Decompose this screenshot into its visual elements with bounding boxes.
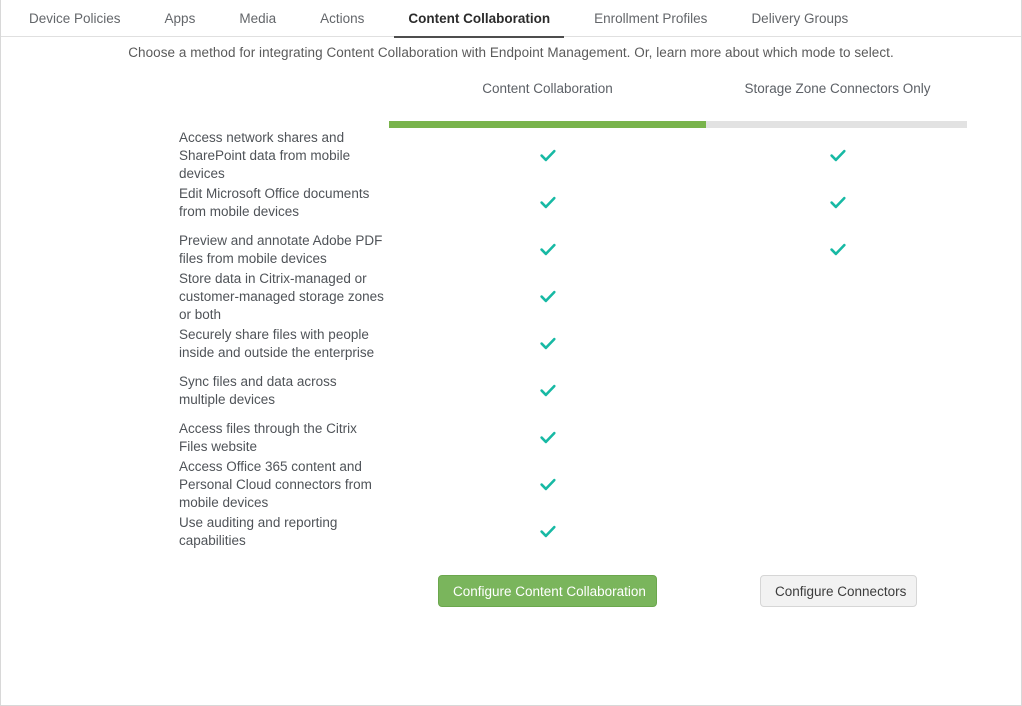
check-icon [539, 241, 557, 259]
feature-cell-content-collaboration [389, 132, 706, 179]
check-icon [539, 429, 557, 447]
content-collaboration-page: Device Policies Apps Media Actions Content C… [0, 0, 1022, 706]
feature-cell-storage-zone-connectors-only [706, 414, 969, 461]
tab-label: Delivery Groups [751, 10, 849, 26]
feature-label: Access Office 365 content and Personal C… [179, 458, 372, 510]
tab-apps[interactable]: Apps [143, 0, 218, 37]
feature-cell-storage-zone-connectors-only [706, 461, 969, 508]
check-icon [829, 194, 847, 212]
feature-cell-storage-zone-connectors-only [706, 132, 969, 179]
tab-delivery-groups[interactable]: Delivery Groups [729, 0, 870, 37]
feature-cell-content-collaboration [389, 461, 706, 508]
feature-cell-storage-zone-connectors-only [706, 508, 969, 555]
tab-label: Enrollment Profiles [594, 10, 708, 26]
mode-indicator-fill [389, 121, 706, 128]
feature-cell-storage-zone-connectors-only [706, 367, 969, 414]
feature-label: Securely share files with people inside … [179, 326, 375, 360]
feature-label: Use auditing and reporting capabilities [179, 514, 338, 548]
feature-row: Preview and annotate Adobe PDF files fro… [1, 226, 1021, 273]
mode-indicator-bar [389, 121, 967, 128]
feature-cell-storage-zone-connectors-only [706, 320, 969, 367]
check-icon [829, 147, 847, 165]
feature-label: Access network shares and SharePoint dat… [179, 129, 351, 181]
feature-row: Sync files and data across multiple devi… [1, 367, 1021, 414]
feature-label: Store data in Citrix-managed or customer… [179, 270, 384, 322]
feature-cell-storage-zone-connectors-only [706, 273, 969, 320]
configure-connectors-button[interactable]: Configure Connectors [760, 575, 917, 607]
feature-rows: Access network shares and SharePoint dat… [1, 130, 1021, 555]
feature-cell-content-collaboration [389, 226, 706, 273]
tab-media[interactable]: Media [217, 0, 298, 37]
feature-row: Access files through the Citrix Files we… [1, 414, 1021, 461]
tab-label: Apps [164, 10, 196, 26]
feature-row: Securely share files with people inside … [1, 320, 1021, 367]
feature-label: Sync files and data across multiple devi… [179, 373, 337, 407]
tab-label: Content Collaboration [408, 10, 551, 26]
check-icon [539, 382, 557, 400]
check-icon [539, 523, 557, 541]
feature-row: Store data in Citrix-managed or customer… [1, 271, 1021, 322]
tab-label: Media [239, 10, 277, 26]
feature-row: Use auditing and reporting capabilities [1, 508, 1021, 555]
check-icon [539, 335, 557, 353]
feature-row: Access Office 365 content and Personal C… [1, 459, 1021, 510]
tab-device-policies[interactable]: Device Policies [7, 0, 143, 37]
feature-row: Edit Microsoft Office documents from mob… [1, 179, 1021, 226]
mode-comparison: Content Collaboration Storage Zone Conne… [1, 81, 1021, 609]
tab-enrollment-profiles[interactable]: Enrollment Profiles [572, 0, 729, 37]
action-buttons: Configure Content Collaboration Configur… [1, 575, 1021, 609]
feature-label: Edit Microsoft Office documents from mob… [179, 185, 370, 219]
feature-cell-content-collaboration [389, 320, 706, 367]
comparison-column-headers: Content Collaboration Storage Zone Conne… [1, 81, 1021, 107]
column-header-storage-zone-connectors-only: Storage Zone Connectors Only [744, 81, 931, 96]
check-icon [829, 241, 847, 259]
check-icon [539, 147, 557, 165]
feature-cell-content-collaboration [389, 179, 706, 226]
feature-label: Access files through the Citrix Files we… [179, 420, 357, 454]
check-icon [539, 288, 557, 306]
feature-label: Preview and annotate Adobe PDF files fro… [179, 232, 383, 266]
tab-label: Device Policies [29, 10, 121, 26]
tab-actions[interactable]: Actions [298, 0, 386, 37]
tab-bar: Device Policies Apps Media Actions Content C… [1, 0, 1021, 38]
feature-row: Access network shares and SharePoint dat… [1, 130, 1021, 181]
feature-cell-content-collaboration [389, 273, 706, 320]
page-subtitle: Choose a method for integrating Content … [128, 45, 894, 60]
configure-content-collaboration-button[interactable]: Configure Content Collaboration [438, 575, 657, 607]
check-icon [539, 194, 557, 212]
feature-cell-content-collaboration [389, 367, 706, 414]
feature-cell-storage-zone-connectors-only [706, 179, 969, 226]
check-icon [539, 476, 557, 494]
tab-content-collaboration[interactable]: Content Collaboration [386, 0, 572, 38]
feature-cell-content-collaboration [389, 414, 706, 461]
feature-cell-storage-zone-connectors-only [706, 226, 969, 273]
feature-cell-content-collaboration [389, 508, 706, 555]
tab-label: Actions [320, 10, 365, 26]
column-header-content-collaboration: Content Collaboration [482, 81, 613, 96]
